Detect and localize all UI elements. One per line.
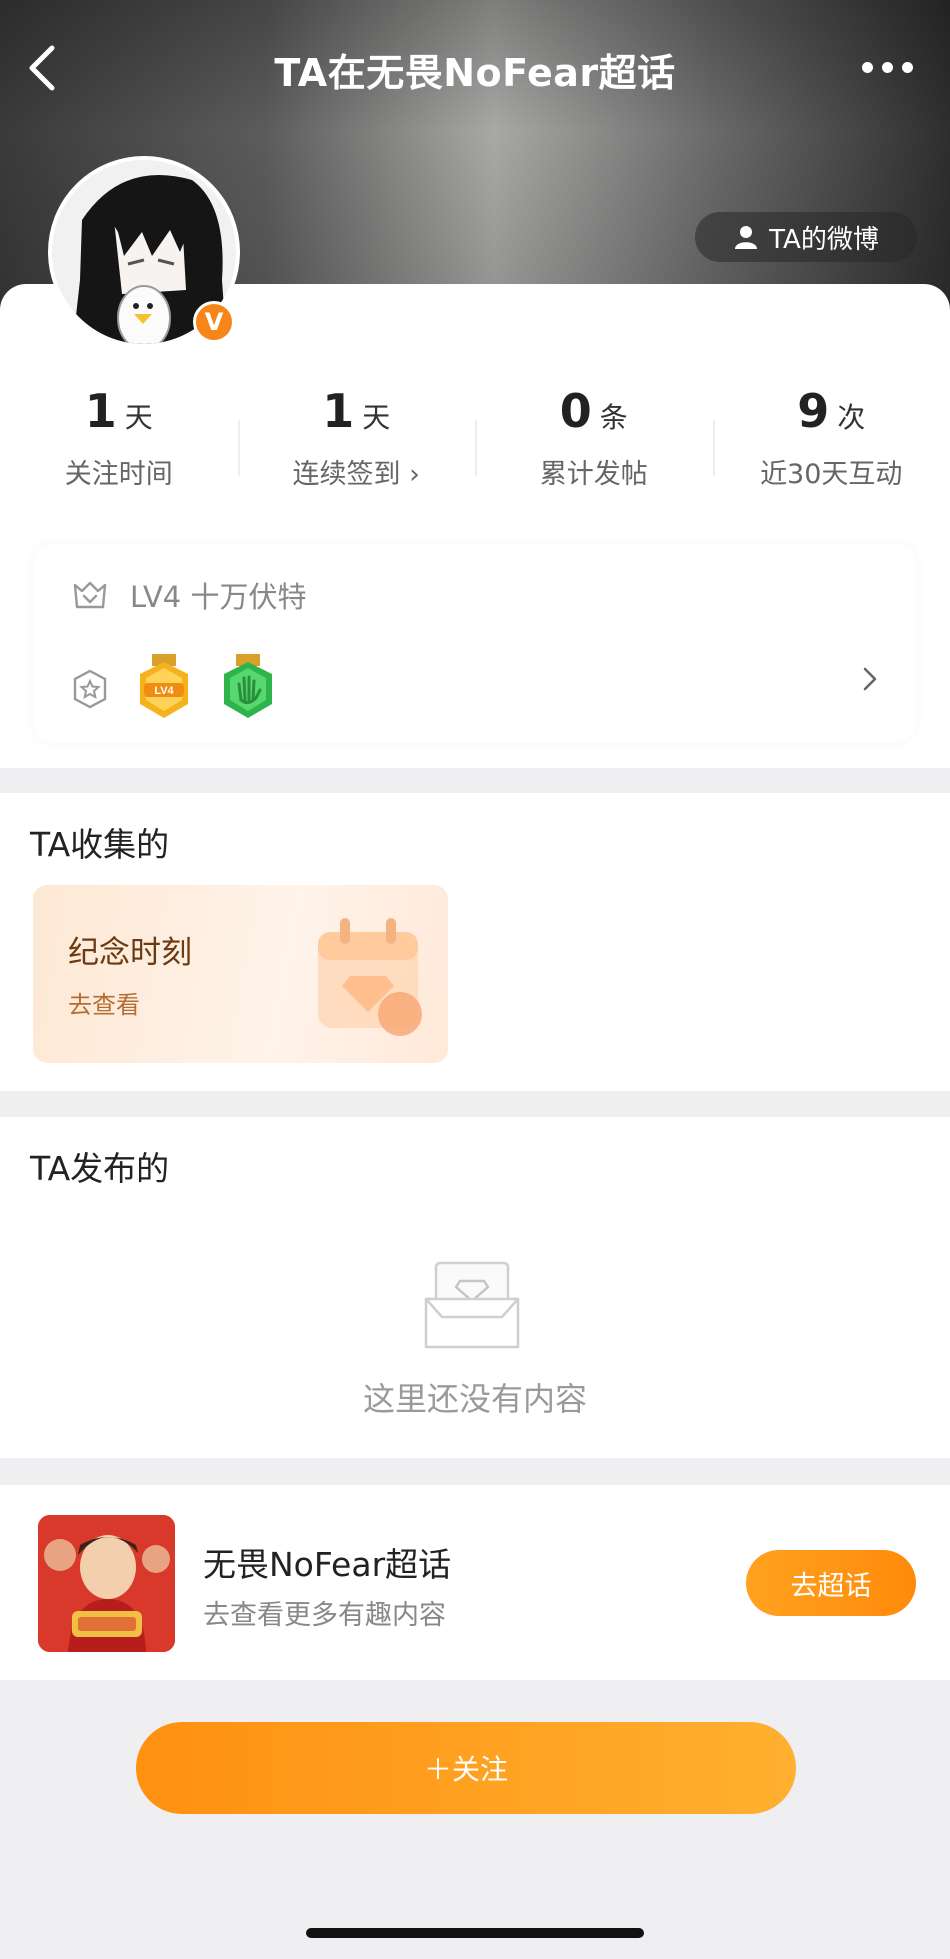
stat-label: 累计发帖	[539, 459, 648, 490]
stat-unit: 天	[124, 401, 153, 434]
stat-label: 连续签到 ›	[292, 459, 420, 490]
ta-weibo-label: TA的微博	[769, 224, 879, 255]
supertopic-card[interactable]: 无畏NoFear超话 去查看更多有趣内容 去超话	[0, 1485, 950, 1680]
ta-weibo-button[interactable]: TA的微博	[695, 212, 917, 262]
stat-unit: 天	[362, 401, 391, 434]
stat-checkin[interactable]: 1天 连续签到 ›	[237, 384, 476, 504]
stat-label: 近30天互动	[760, 459, 903, 490]
stat-value: 9	[797, 384, 830, 438]
badge-icon	[73, 669, 107, 709]
stat-posts: 0条 累计发帖	[475, 384, 713, 504]
wave-hand-medal-icon[interactable]	[220, 654, 276, 724]
empty-box-icon	[424, 1261, 520, 1349]
stat-interactions: 9次 近30天互动	[712, 384, 950, 504]
stats-row: 1天 关注时间 1天 连续签到 › 0条 累计发帖 9次 近30天互动	[0, 384, 950, 504]
stat-follow-time: 1天 关注时间	[0, 384, 238, 504]
go-supertopic-button[interactable]: 去超话	[746, 1550, 916, 1616]
medal-row: LV4	[72, 654, 276, 724]
memory-card-link: 去查看	[68, 991, 140, 1019]
published-title: TA发布的	[30, 1149, 170, 1188]
verified-badge: V	[193, 301, 235, 343]
stat-label: 关注时间	[64, 459, 173, 490]
collected-section: TA收集的 纪念时刻 去查看	[0, 793, 950, 1091]
supertopic-cover-image	[38, 1515, 175, 1652]
supertopic-name: 无畏NoFear超话	[203, 1545, 452, 1584]
svg-text:LV4: LV4	[154, 685, 174, 697]
page-title: TA在无畏NoFear超话	[274, 51, 676, 95]
stat-value: 1	[84, 384, 117, 438]
stat-value: 0	[559, 384, 592, 438]
more-button[interactable]	[858, 52, 918, 82]
supertopic-subtitle: 去查看更多有趣内容	[203, 1600, 446, 1631]
crown-icon	[73, 581, 107, 609]
follow-button[interactable]: ＋关注	[136, 1722, 796, 1814]
memory-card[interactable]: 纪念时刻 去查看	[33, 885, 448, 1063]
stat-unit: 次	[837, 401, 866, 434]
stat-value: 1	[322, 384, 355, 438]
memory-card-title: 纪念时刻	[68, 935, 192, 971]
level-row: LV4 十万伏特	[72, 574, 306, 616]
published-section: TA发布的 这里还没有内容	[0, 1117, 950, 1458]
empty-state-text: 这里还没有内容	[362, 1380, 587, 1418]
stat-unit: 条	[599, 401, 628, 434]
chevron-right-icon	[863, 667, 877, 691]
home-indicator[interactable]	[306, 1928, 644, 1938]
lv4-medal-icon[interactable]: LV4	[136, 654, 192, 724]
level-panel[interactable]: LV4 十万伏特 LV4	[34, 544, 916, 742]
user-icon	[735, 226, 758, 249]
profile-card: 1天 关注时间 1天 连续签到 › 0条 累计发帖 9次 近30天互动 LV4 …	[0, 284, 950, 768]
collected-title: TA收集的	[30, 825, 170, 864]
calendar-gem-icon	[318, 918, 422, 1036]
level-text: LV4 十万伏特	[130, 580, 307, 614]
